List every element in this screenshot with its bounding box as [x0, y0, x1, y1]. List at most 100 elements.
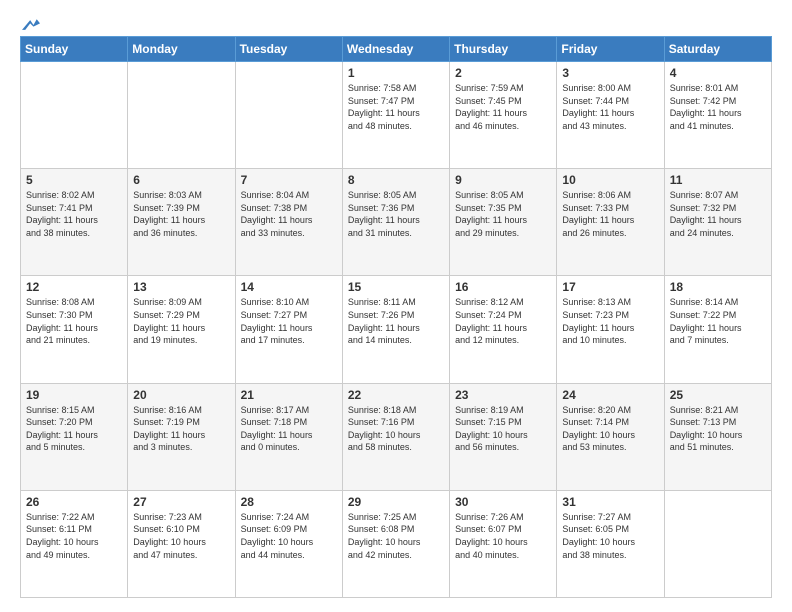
- calendar-cell: 29Sunrise: 7:25 AMSunset: 6:08 PMDayligh…: [342, 490, 449, 597]
- day-number: 9: [455, 173, 551, 187]
- day-info: Sunrise: 8:08 AMSunset: 7:30 PMDaylight:…: [26, 296, 122, 346]
- day-number: 11: [670, 173, 766, 187]
- day-number: 1: [348, 66, 444, 80]
- calendar-cell: 17 Sunrise: 8:13 AMSunset: 7:23 PMDayligh…: [557, 276, 664, 383]
- weekday-header-saturday: Saturday: [664, 37, 771, 62]
- calendar-cell: 22 Sunrise: 8:18 AMSunset: 7:16 PMDayligh…: [342, 383, 449, 490]
- day-info: Sunrise: 7:27 AMSunset: 6:05 PMDaylight:…: [562, 511, 658, 561]
- day-info: Sunrise: 8:00 AMSunset: 7:44 PMDaylight:…: [562, 82, 658, 132]
- day-info: Sunrise: 7:23 AMSunset: 6:10 PMDaylight:…: [133, 511, 229, 561]
- day-number: 13: [133, 280, 229, 294]
- day-info: Sunrise: 8:12 AMSunset: 7:24 PMDaylight:…: [455, 296, 551, 346]
- day-number: 6: [133, 173, 229, 187]
- calendar-cell: 26Sunrise: 7:22 AMSunset: 6:11 PMDayligh…: [21, 490, 128, 597]
- calendar-cell: 12 Sunrise: 8:08 AMSunset: 7:30 PMDayligh…: [21, 276, 128, 383]
- calendar-cell: 9 Sunrise: 8:05 AMSunset: 7:35 PMDaylight…: [450, 169, 557, 276]
- day-number: 19: [26, 388, 122, 402]
- day-number: 17: [562, 280, 658, 294]
- page: SundayMondayTuesdayWednesdayThursdayFrid…: [0, 0, 792, 612]
- day-info: Sunrise: 8:16 AMSunset: 7:19 PMDaylight:…: [133, 404, 229, 454]
- weekday-header-wednesday: Wednesday: [342, 37, 449, 62]
- day-info: Sunrise: 8:21 AMSunset: 7:13 PMDaylight:…: [670, 404, 766, 454]
- calendar-cell: 13 Sunrise: 8:09 AMSunset: 7:29 PMDayligh…: [128, 276, 235, 383]
- calendar-cell: 14Sunrise: 8:10 AMSunset: 7:27 PMDayligh…: [235, 276, 342, 383]
- day-info: Sunrise: 7:24 AMSunset: 6:09 PMDaylight:…: [241, 511, 337, 561]
- calendar-cell: 25Sunrise: 8:21 AMSunset: 7:13 PMDayligh…: [664, 383, 771, 490]
- calendar-cell: 27 Sunrise: 7:23 AMSunset: 6:10 PMDayligh…: [128, 490, 235, 597]
- day-number: 15: [348, 280, 444, 294]
- calendar-cell: 6 Sunrise: 8:03 AMSunset: 7:39 PMDaylight…: [128, 169, 235, 276]
- day-info: Sunrise: 7:58 AMSunset: 7:47 PMDaylight:…: [348, 82, 444, 132]
- day-number: 16: [455, 280, 551, 294]
- calendar-cell: 5 Sunrise: 8:02 AMSunset: 7:41 PMDaylight…: [21, 169, 128, 276]
- day-info: Sunrise: 8:14 AMSunset: 7:22 PMDaylight:…: [670, 296, 766, 346]
- calendar-week-row: 5 Sunrise: 8:02 AMSunset: 7:41 PMDaylight…: [21, 169, 772, 276]
- day-number: 20: [133, 388, 229, 402]
- day-info: Sunrise: 8:05 AMSunset: 7:35 PMDaylight:…: [455, 189, 551, 239]
- calendar-cell: 8Sunrise: 8:05 AMSunset: 7:36 PMDaylight…: [342, 169, 449, 276]
- day-info: Sunrise: 7:59 AMSunset: 7:45 PMDaylight:…: [455, 82, 551, 132]
- calendar-cell: 3 Sunrise: 8:00 AMSunset: 7:44 PMDaylight…: [557, 62, 664, 169]
- day-info: Sunrise: 7:22 AMSunset: 6:11 PMDaylight:…: [26, 511, 122, 561]
- calendar-cell: 28 Sunrise: 7:24 AMSunset: 6:09 PMDayligh…: [235, 490, 342, 597]
- calendar-week-row: 12 Sunrise: 8:08 AMSunset: 7:30 PMDayligh…: [21, 276, 772, 383]
- header: [20, 18, 772, 28]
- logo: [20, 18, 40, 28]
- calendar-cell: 18 Sunrise: 8:14 AMSunset: 7:22 PMDayligh…: [664, 276, 771, 383]
- calendar-cell: 30 Sunrise: 7:26 AMSunset: 6:07 PMDayligh…: [450, 490, 557, 597]
- weekday-header-friday: Friday: [557, 37, 664, 62]
- day-info: Sunrise: 8:13 AMSunset: 7:23 PMDaylight:…: [562, 296, 658, 346]
- day-number: 18: [670, 280, 766, 294]
- day-number: 4: [670, 66, 766, 80]
- day-info: Sunrise: 8:20 AMSunset: 7:14 PMDaylight:…: [562, 404, 658, 454]
- day-number: 7: [241, 173, 337, 187]
- day-info: Sunrise: 8:15 AMSunset: 7:20 PMDaylight:…: [26, 404, 122, 454]
- day-number: 30: [455, 495, 551, 509]
- weekday-header-tuesday: Tuesday: [235, 37, 342, 62]
- calendar-cell: 4 Sunrise: 8:01 AMSunset: 7:42 PMDaylight…: [664, 62, 771, 169]
- calendar-header-row: SundayMondayTuesdayWednesdayThursdayFrid…: [21, 37, 772, 62]
- calendar-cell: 2Sunrise: 7:59 AMSunset: 7:45 PMDaylight…: [450, 62, 557, 169]
- day-number: 24: [562, 388, 658, 402]
- weekday-header-sunday: Sunday: [21, 37, 128, 62]
- day-number: 27: [133, 495, 229, 509]
- day-number: 12: [26, 280, 122, 294]
- day-info: Sunrise: 8:06 AMSunset: 7:33 PMDaylight:…: [562, 189, 658, 239]
- calendar-week-row: 1 Sunrise: 7:58 AMSunset: 7:47 PMDaylight…: [21, 62, 772, 169]
- day-number: 3: [562, 66, 658, 80]
- day-info: Sunrise: 8:19 AMSunset: 7:15 PMDaylight:…: [455, 404, 551, 454]
- day-info: Sunrise: 8:18 AMSunset: 7:16 PMDaylight:…: [348, 404, 444, 454]
- calendar-cell: [664, 490, 771, 597]
- weekday-header-thursday: Thursday: [450, 37, 557, 62]
- calendar-cell: 11Sunrise: 8:07 AMSunset: 7:32 PMDayligh…: [664, 169, 771, 276]
- day-info: Sunrise: 8:03 AMSunset: 7:39 PMDaylight:…: [133, 189, 229, 239]
- day-number: 5: [26, 173, 122, 187]
- day-info: Sunrise: 7:26 AMSunset: 6:07 PMDaylight:…: [455, 511, 551, 561]
- day-info: Sunrise: 8:04 AMSunset: 7:38 PMDaylight:…: [241, 189, 337, 239]
- day-number: 28: [241, 495, 337, 509]
- calendar-cell: [235, 62, 342, 169]
- day-number: 23: [455, 388, 551, 402]
- calendar-cell: [21, 62, 128, 169]
- day-info: Sunrise: 8:01 AMSunset: 7:42 PMDaylight:…: [670, 82, 766, 132]
- day-info: Sunrise: 8:09 AMSunset: 7:29 PMDaylight:…: [133, 296, 229, 346]
- calendar-cell: 15 Sunrise: 8:11 AMSunset: 7:26 PMDayligh…: [342, 276, 449, 383]
- weekday-header-monday: Monday: [128, 37, 235, 62]
- day-number: 8: [348, 173, 444, 187]
- calendar-cell: [128, 62, 235, 169]
- day-info: Sunrise: 8:10 AMSunset: 7:27 PMDaylight:…: [241, 296, 337, 346]
- calendar-cell: 20 Sunrise: 8:16 AMSunset: 7:19 PMDayligh…: [128, 383, 235, 490]
- calendar-cell: 7 Sunrise: 8:04 AMSunset: 7:38 PMDaylight…: [235, 169, 342, 276]
- day-number: 31: [562, 495, 658, 509]
- day-number: 22: [348, 388, 444, 402]
- day-number: 10: [562, 173, 658, 187]
- calendar-cell: 24 Sunrise: 8:20 AMSunset: 7:14 PMDayligh…: [557, 383, 664, 490]
- logo-bird-icon: [22, 18, 40, 32]
- calendar-week-row: 19 Sunrise: 8:15 AMSunset: 7:20 PMDayligh…: [21, 383, 772, 490]
- day-info: Sunrise: 8:11 AMSunset: 7:26 PMDaylight:…: [348, 296, 444, 346]
- calendar-cell: 19 Sunrise: 8:15 AMSunset: 7:20 PMDayligh…: [21, 383, 128, 490]
- calendar-cell: 23 Sunrise: 8:19 AMSunset: 7:15 PMDayligh…: [450, 383, 557, 490]
- day-info: Sunrise: 8:02 AMSunset: 7:41 PMDaylight:…: [26, 189, 122, 239]
- calendar-cell: 31 Sunrise: 7:27 AMSunset: 6:05 PMDayligh…: [557, 490, 664, 597]
- day-number: 21: [241, 388, 337, 402]
